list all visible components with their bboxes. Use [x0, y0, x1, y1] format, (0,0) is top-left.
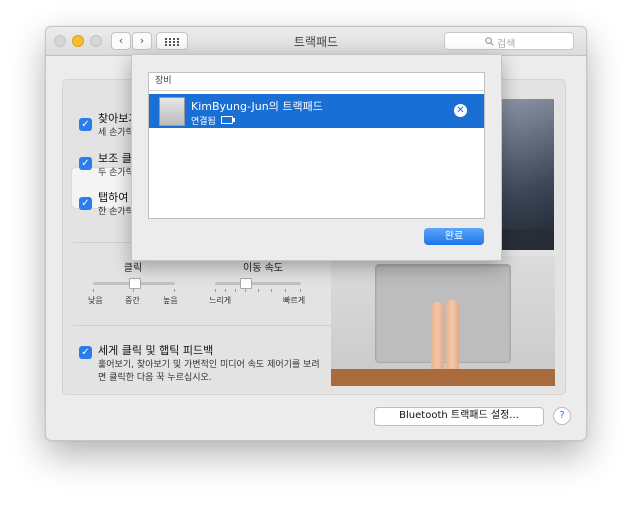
option-3-subtitle: 한 손가락	[98, 207, 134, 217]
force-click-title: 세게 클릭 및 햅틱 피드백	[98, 344, 214, 357]
click-slider-label: 클릭	[123, 263, 143, 274]
device-status: 연결됨	[191, 117, 216, 127]
click-low-label: 낮음	[88, 296, 103, 305]
device-list: 장비 KimByung-Jun의 트랙패드 연결됨 ✕	[148, 72, 485, 219]
done-button[interactable]: 완료	[424, 228, 484, 245]
option-1-subtitle: 세 손가락	[98, 128, 134, 138]
option-3-checkbox[interactable]: ✓	[79, 197, 92, 210]
click-high-label: 높음	[163, 296, 178, 305]
device-name: KimByung-Jun의 트랙패드	[191, 100, 323, 113]
search-icon	[485, 37, 494, 46]
speed-slider-tick	[225, 289, 226, 292]
speed-slider-tick	[258, 289, 259, 292]
click-mid-label: 중간	[125, 296, 140, 305]
speed-slider-tick	[215, 289, 216, 292]
device-list-header: 장비	[149, 73, 484, 91]
speed-fast-label: 빠르게	[283, 296, 306, 305]
desk-surface	[331, 369, 555, 386]
speed-slider-tick	[235, 289, 236, 292]
option-2-checkbox[interactable]: ✓	[79, 157, 92, 170]
bluetooth-trackpad-setup-button[interactable]: Bluetooth 트랙패드 설정...	[374, 407, 544, 426]
speed-slider-knob[interactable]	[240, 278, 253, 289]
device-row[interactable]: KimByung-Jun의 트랙패드 연결됨 ✕	[149, 94, 484, 128]
divider	[73, 325, 331, 326]
gesture-demo-video	[331, 256, 555, 386]
speed-slider-tick	[271, 289, 272, 292]
force-click-checkbox[interactable]: ✓	[79, 346, 92, 359]
device-sheet: 장비 KimByung-Jun의 트랙패드 연결됨 ✕ 완료	[131, 54, 502, 261]
help-button[interactable]: ?	[553, 407, 571, 425]
click-slider-knob[interactable]	[129, 278, 141, 289]
search-input[interactable]: 검색	[444, 32, 574, 50]
click-slider-tick	[133, 289, 134, 292]
trackpad-device-icon	[159, 97, 185, 126]
speed-slow-label: 느리게	[209, 296, 232, 305]
search-placeholder: 검색	[497, 39, 516, 50]
force-click-description-line1: 훑어보기, 찾아보기 및 가변적인 미디어 속도 제어기를 보려	[98, 360, 320, 370]
option-1-checkbox[interactable]: ✓	[79, 118, 92, 131]
battery-icon	[221, 116, 235, 124]
option-2-subtitle: 두 손가락	[98, 168, 134, 178]
remove-icon[interactable]: ✕	[454, 104, 467, 117]
speed-slider-track[interactable]	[215, 282, 301, 285]
click-slider-tick	[174, 289, 175, 292]
click-slider-tick	[93, 289, 94, 292]
title-bar: ‹ › 트랙패드 검색	[46, 27, 586, 56]
speed-slider-tick	[245, 289, 246, 292]
speed-slider-tick	[285, 289, 286, 292]
speed-slider-tick	[300, 289, 301, 292]
force-click-description-line2: 면 클릭한 다음 꾹 누르십시오.	[98, 373, 212, 383]
finger-right	[446, 300, 459, 380]
speed-slider-label: 이동 속도	[243, 263, 283, 274]
